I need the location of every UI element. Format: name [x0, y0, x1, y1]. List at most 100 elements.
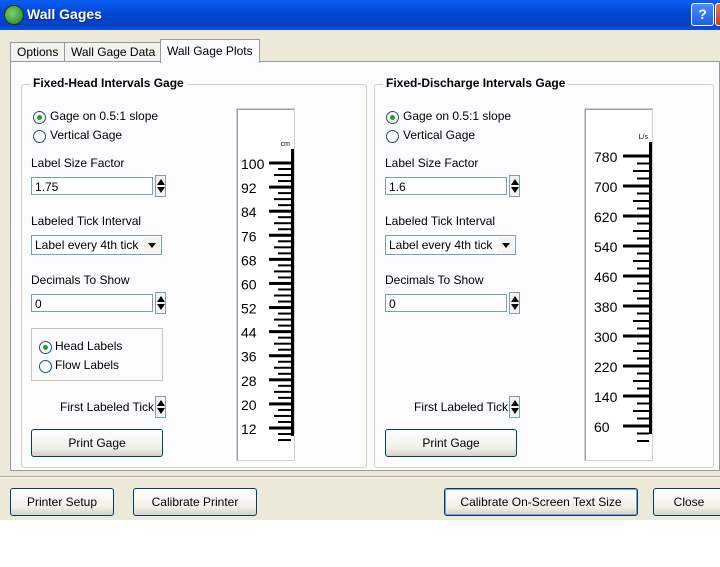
- gage-unit-label: cm: [281, 141, 291, 148]
- gage-minor-tick: [274, 414, 291, 417]
- gage-minor-tick: [637, 440, 649, 442]
- printer-setup-button[interactable]: Printer Setup: [10, 488, 114, 516]
- gage-major-tick: [623, 424, 649, 428]
- right-print-gage-button[interactable]: Print Gage: [385, 429, 517, 457]
- gage-major-tick: [269, 378, 291, 382]
- gage-minor-tick: [633, 200, 649, 202]
- right-label-size-spinner[interactable]: [509, 175, 520, 197]
- gage-minor-tick: [278, 288, 291, 291]
- right-vertical-radio-label[interactable]: Vertical Gage: [403, 128, 475, 142]
- left-label-size-spinner[interactable]: [155, 175, 166, 197]
- right-decimals-label: Decimals To Show: [385, 273, 484, 287]
- right-first-tick-label: First Labeled Tick: [414, 400, 509, 414]
- gage-tick-label: 380: [594, 299, 618, 315]
- gage-minor-tick: [274, 270, 291, 273]
- gage-tick-label: 52: [241, 301, 257, 317]
- gage-minor-tick: [278, 408, 291, 411]
- gage-minor-tick: [278, 372, 291, 375]
- left-print-gage-button[interactable]: Print Gage: [31, 429, 163, 457]
- gage-major-tick: [623, 334, 649, 338]
- bottom-button-bar: Printer Setup Calibrate Printer Calibrat…: [0, 479, 720, 520]
- right-slope-radio[interactable]: [386, 111, 399, 124]
- window-title: Wall Gages: [27, 6, 102, 22]
- gage-minor-tick: [637, 417, 649, 420]
- gage-major-tick: [623, 154, 649, 158]
- tab-options[interactable]: Options: [10, 42, 66, 62]
- right-decimals-input[interactable]: 0: [385, 294, 507, 312]
- gage-tick-label: 300: [594, 329, 618, 345]
- gage-minor-tick: [278, 192, 291, 195]
- left-slope-radio-label[interactable]: Gage on 0.5:1 slope: [50, 109, 158, 123]
- flow-labels-radio[interactable]: [39, 360, 52, 373]
- gage-major-tick: [269, 161, 291, 165]
- window-close-icon[interactable]: [715, 3, 720, 26]
- gage-minor-tick: [633, 230, 649, 232]
- left-tick-interval-select[interactable]: Label every 4th tick: [31, 235, 162, 255]
- gage-minor-tick: [637, 327, 649, 330]
- chevron-down-icon[interactable]: [144, 237, 160, 253]
- gage-rule: [649, 142, 652, 434]
- fixed-discharge-gage-svg: L/s 780 700 620 540 460 380 300 220 140 60: [594, 134, 652, 442]
- left-vertical-radio[interactable]: [33, 130, 46, 143]
- right-tick-interval-select[interactable]: Label every 4th tick: [385, 235, 516, 255]
- right-first-tick-spinner[interactable]: [509, 396, 520, 418]
- right-decimals-spinner[interactable]: [509, 292, 520, 314]
- title-bar[interactable]: Wall Gages ?: [0, 0, 720, 30]
- tab-wall-gage-data[interactable]: Wall Gage Data: [64, 42, 163, 62]
- gage-minor-tick: [274, 366, 291, 369]
- gage-minor-tick: [278, 180, 291, 183]
- gage-minor-tick: [274, 174, 291, 177]
- right-vertical-radio[interactable]: [386, 130, 399, 143]
- gage-minor-tick: [274, 198, 291, 201]
- left-slope-radio[interactable]: [33, 111, 46, 124]
- gage-minor-tick: [633, 380, 649, 382]
- left-label-size-input[interactable]: 1.75: [31, 177, 153, 195]
- tab-wall-gage-plots[interactable]: Wall Gage Plots: [160, 39, 260, 63]
- fixed-head-gage-svg: cm 100 92 84 76 68 60 52 44 36 28 20 12: [241, 141, 294, 442]
- head-labels-radio-label[interactable]: Head Labels: [55, 339, 122, 353]
- calibrate-text-size-button[interactable]: Calibrate On-Screen Text Size: [444, 488, 638, 516]
- left-decimals-spinner[interactable]: [155, 292, 166, 314]
- left-first-tick-spinner[interactable]: [155, 396, 166, 418]
- gage-major-tick: [269, 233, 291, 237]
- gage-major-tick: [269, 402, 291, 406]
- gage-minor-tick: [637, 192, 649, 195]
- right-slope-radio-label[interactable]: Gage on 0.5:1 slope: [403, 109, 511, 123]
- flow-labels-radio-label[interactable]: Flow Labels: [55, 358, 119, 372]
- help-button[interactable]: ?: [691, 3, 714, 26]
- right-tick-interval-value: Label every 4th tick: [389, 238, 493, 252]
- close-button[interactable]: Close: [653, 488, 720, 516]
- gage-minor-tick: [274, 318, 291, 321]
- chevron-down-icon[interactable]: [498, 237, 514, 253]
- gage-minor-tick: [633, 350, 649, 352]
- gage-minor-tick: [633, 320, 649, 322]
- gage-minor-tick: [637, 267, 649, 270]
- gage-tick-label: 60: [594, 419, 610, 435]
- fixed-head-gage-preview: cm 100 92 84 76 68 60 52 44 36 28 20 12: [236, 108, 295, 461]
- gage-major-tick: [623, 184, 649, 188]
- gage-tick-label: 140: [594, 389, 618, 405]
- gage-minor-tick: [637, 207, 649, 210]
- gage-tick-label: 460: [594, 269, 618, 285]
- right-label-size-input[interactable]: 1.6: [385, 177, 507, 195]
- calibrate-printer-button[interactable]: Calibrate Printer: [133, 488, 257, 516]
- gage-minor-tick: [278, 360, 291, 363]
- gage-minor-tick: [637, 282, 649, 285]
- gage-tick-label: 36: [241, 349, 257, 365]
- gage-tick-label: 620: [594, 209, 618, 225]
- gage-tick-label: 700: [594, 179, 618, 195]
- gage-major-tick: [269, 257, 291, 261]
- gage-minor-tick: [274, 342, 291, 345]
- gage-tick-label: 20: [241, 397, 257, 413]
- gage-tick-label: 68: [241, 252, 257, 268]
- wall-gage-plots-panel: Fixed-Head Intervals Gage Gage on 0.5:1 …: [10, 61, 720, 471]
- left-vertical-radio-label[interactable]: Vertical Gage: [50, 128, 122, 142]
- gage-minor-tick: [278, 420, 291, 423]
- gage-major-tick: [623, 394, 649, 398]
- right-label-size-label: Label Size Factor: [385, 156, 479, 170]
- gage-minor-tick: [637, 162, 649, 165]
- head-labels-radio[interactable]: [39, 341, 52, 354]
- gage-tick-label: 84: [241, 204, 257, 220]
- left-decimals-input[interactable]: 0: [31, 294, 153, 312]
- app-icon: [4, 5, 24, 25]
